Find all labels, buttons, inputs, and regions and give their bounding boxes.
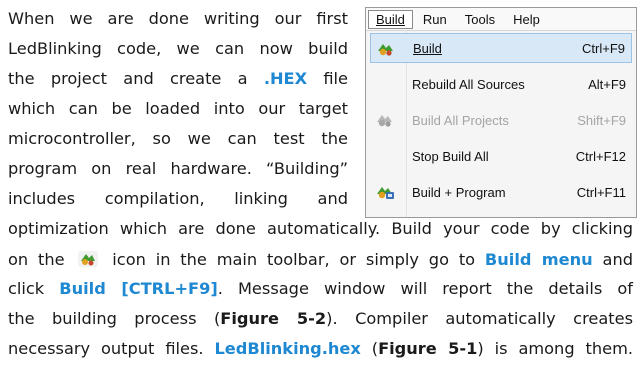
text-line: necessary output files. LedBlinking.hex … [8, 339, 633, 358]
figure-ref: Figure 5-2 [220, 309, 327, 328]
text-line: microcontroller, so we can test the [8, 129, 348, 148]
menu-item-rebuild-all-sources[interactable]: Rebuild All Sources Alt+F9 [366, 69, 636, 99]
text-line: the project and create a .HEX file [8, 69, 348, 88]
menu-tools[interactable]: Tools [457, 10, 503, 29]
text-line: click Build [CTRL+F9]. Message window wi… [8, 279, 633, 298]
hex-extension: .HEX [263, 69, 308, 88]
build-icon [378, 44, 393, 56]
text-line: the building process (Figure 5-2). Compi… [8, 309, 634, 328]
menu-run[interactable]: Run [415, 10, 455, 29]
menu-help[interactable]: Help [505, 10, 548, 29]
text-line: on the icon in the main toolbar, or simp… [8, 250, 634, 269]
text-line: optimization which are done automaticall… [8, 219, 633, 238]
build-menu-screenshot: Build Run Tools Help Build Ctrl+F9 Rebui… [365, 7, 637, 218]
build-icon [78, 251, 99, 267]
menu-item-build-all-projects: Build All Projects Shift+F9 [366, 105, 636, 135]
menu-item-build[interactable]: Build Ctrl+F9 [370, 33, 632, 63]
text-line: When we are done writing our first [8, 9, 348, 28]
menu-item-stop-build-all[interactable]: Stop Build All Ctrl+F12 [366, 141, 636, 171]
text-line: program on real hardware. “Building” [8, 159, 348, 178]
text-line: includes compilation, linking and [8, 189, 348, 208]
build-program-icon [377, 187, 394, 199]
build-menu-link: Build menu [484, 250, 593, 269]
text-line: which can be loaded into our target [8, 99, 348, 118]
menu-bar: Build Run Tools Help [366, 8, 636, 31]
figure-ref: Figure 5-1 [378, 339, 478, 358]
menu-item-build-program[interactable]: Build + Program Ctrl+F11 [366, 177, 636, 207]
text-line: LedBlinking code, we can now build [8, 39, 348, 58]
hex-file-link: LedBlinking.hex [214, 339, 361, 358]
build-shortcut-link: Build [CTRL+F9] [59, 279, 218, 298]
menu-build[interactable]: Build [368, 9, 413, 29]
build-all-icon [377, 115, 392, 127]
